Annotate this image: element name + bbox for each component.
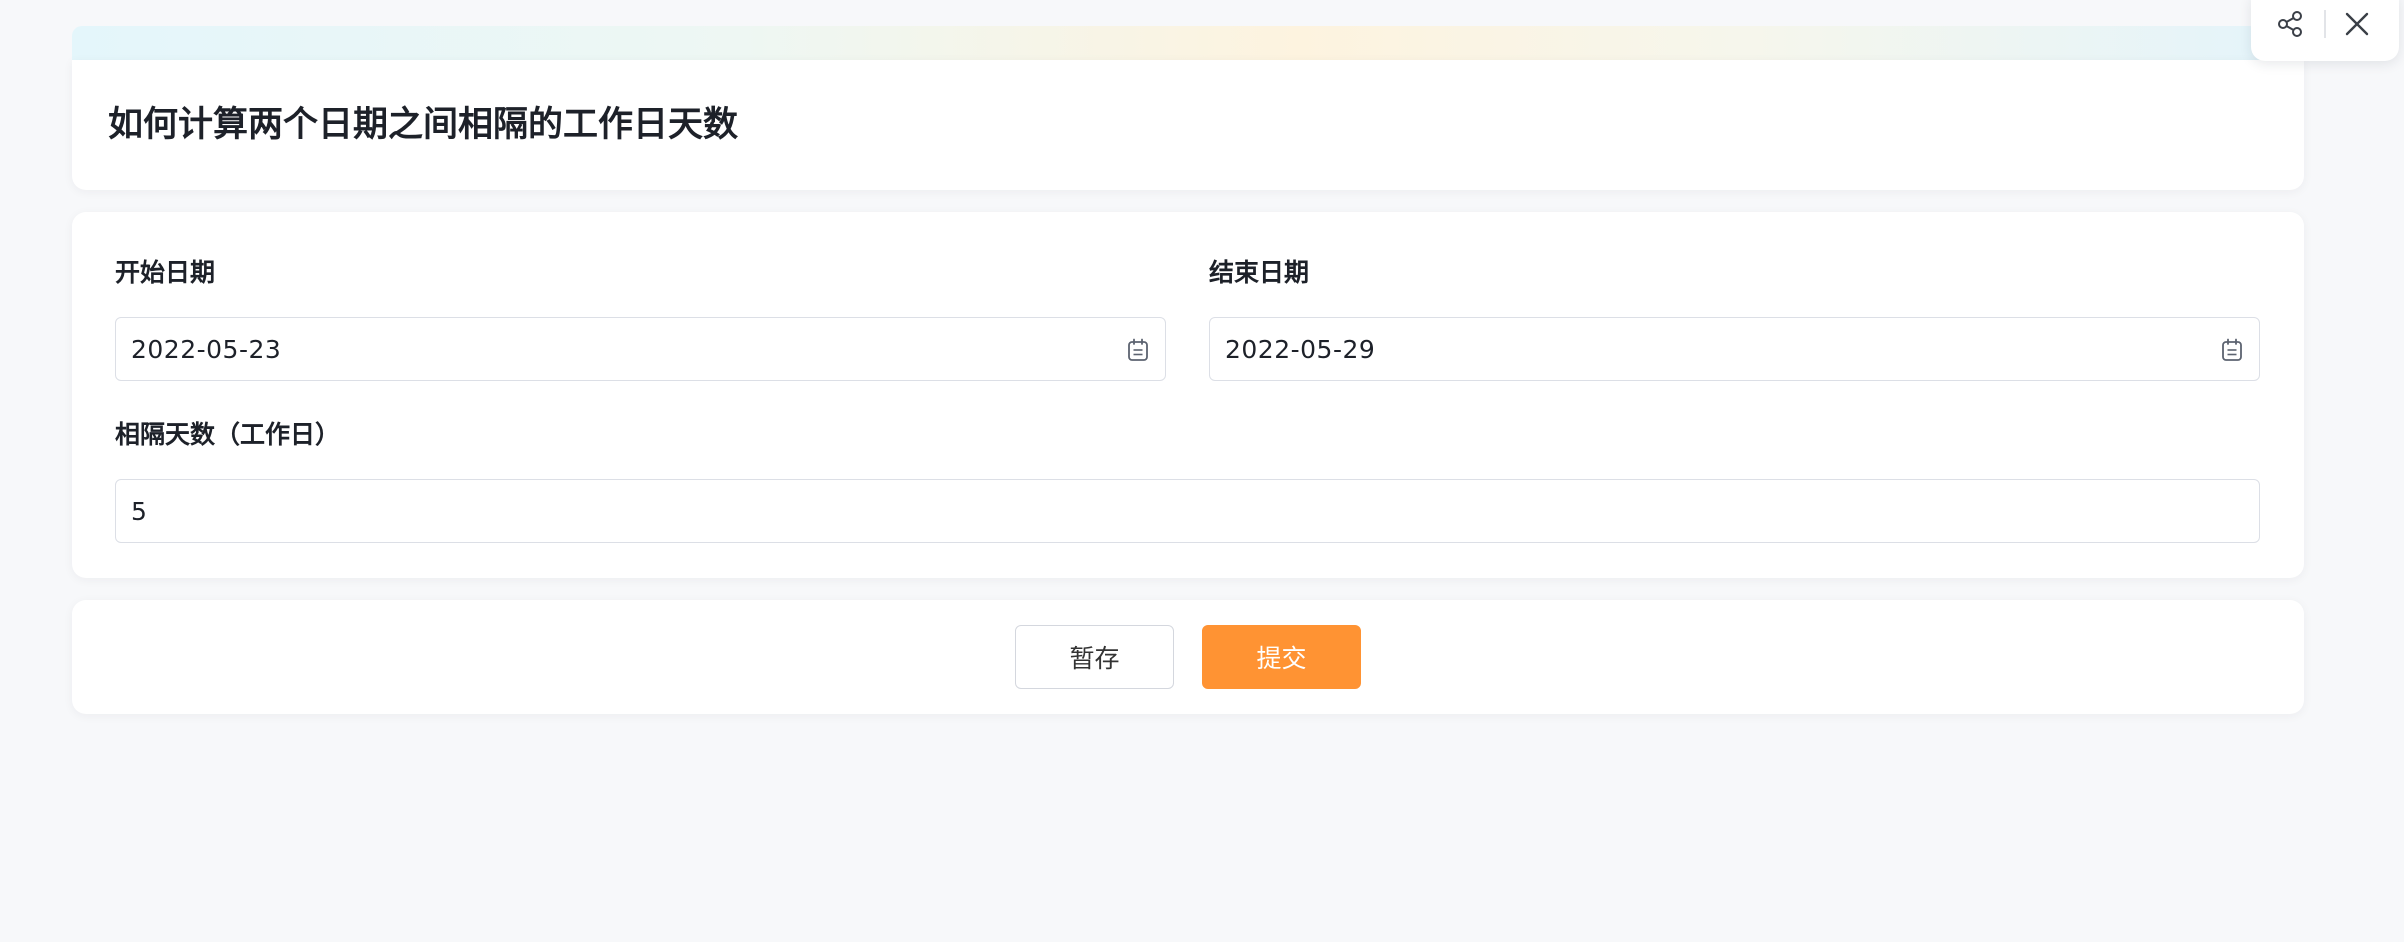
working-days-label: 相隔天数（工作日）	[115, 420, 341, 449]
start-date-field: 开始日期 2022-05-23	[115, 257, 1166, 381]
end-date-label: 结束日期	[1209, 258, 1310, 287]
title-card: 如何计算两个日期之间相隔的工作日天数	[72, 60, 2304, 190]
header-gradient-band	[72, 26, 2304, 62]
toolbar-divider	[2324, 10, 2326, 38]
page-title: 如何计算两个日期之间相隔的工作日天数	[108, 105, 739, 145]
form-card: 开始日期 2022-05-23 结束日期 2022-05-29 相隔天数（工作日…	[72, 212, 2304, 578]
working-days-value: 5	[131, 496, 148, 526]
share-button[interactable]	[2270, 4, 2310, 44]
working-days-input[interactable]: 5	[115, 479, 2260, 543]
calendar-icon[interactable]	[1127, 338, 1149, 362]
close-button[interactable]	[2337, 4, 2377, 44]
start-date-value: 2022-05-23	[131, 334, 282, 364]
end-date-field: 结束日期 2022-05-29	[1209, 257, 2260, 381]
close-icon	[2345, 12, 2369, 36]
working-days-field: 相隔天数（工作日） 5	[115, 419, 2260, 543]
end-date-input[interactable]: 2022-05-29	[1209, 317, 2260, 381]
corner-toolbar	[2251, 0, 2399, 61]
share-icon	[2278, 11, 2302, 37]
start-date-label: 开始日期	[115, 258, 216, 287]
save-draft-button[interactable]: 暂存	[1015, 625, 1174, 689]
submit-button[interactable]: 提交	[1202, 625, 1361, 689]
start-date-input[interactable]: 2022-05-23	[115, 317, 1166, 381]
end-date-value: 2022-05-29	[1225, 334, 1376, 364]
action-card: 暂存 提交	[72, 600, 2304, 714]
calendar-icon[interactable]	[2221, 338, 2243, 362]
